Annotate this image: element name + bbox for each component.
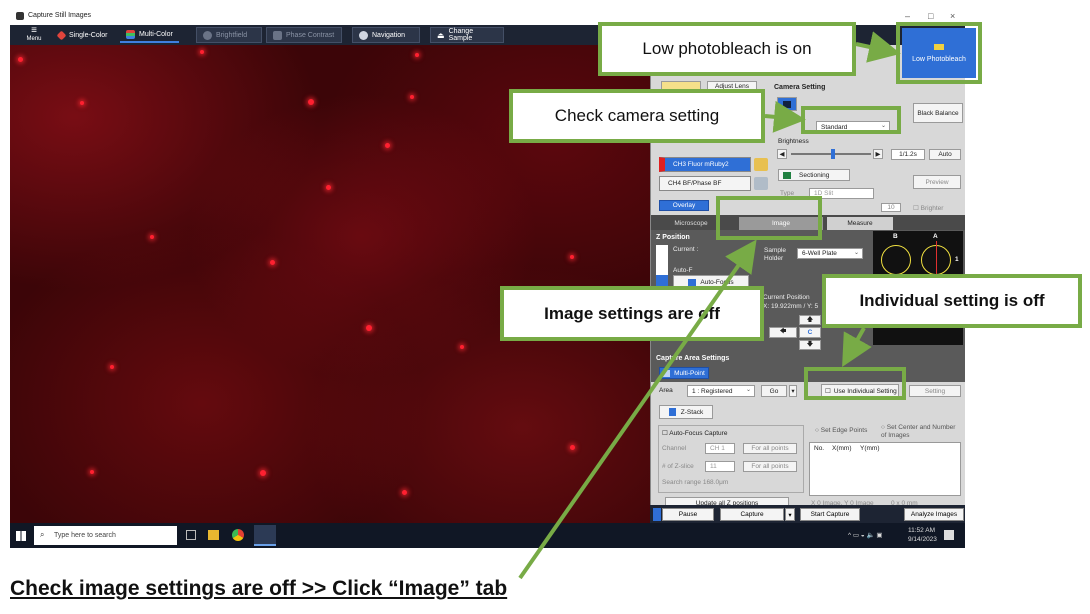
annotation-arrows	[518, 31, 901, 580]
instruction-caption: Check image settings are off >> Click “I…	[10, 577, 508, 600]
arrow-image-tab	[518, 239, 757, 580]
arrow-individual	[842, 327, 872, 367]
arrow-low-photobleach	[855, 31, 901, 63]
arrow-camera	[764, 100, 806, 133]
